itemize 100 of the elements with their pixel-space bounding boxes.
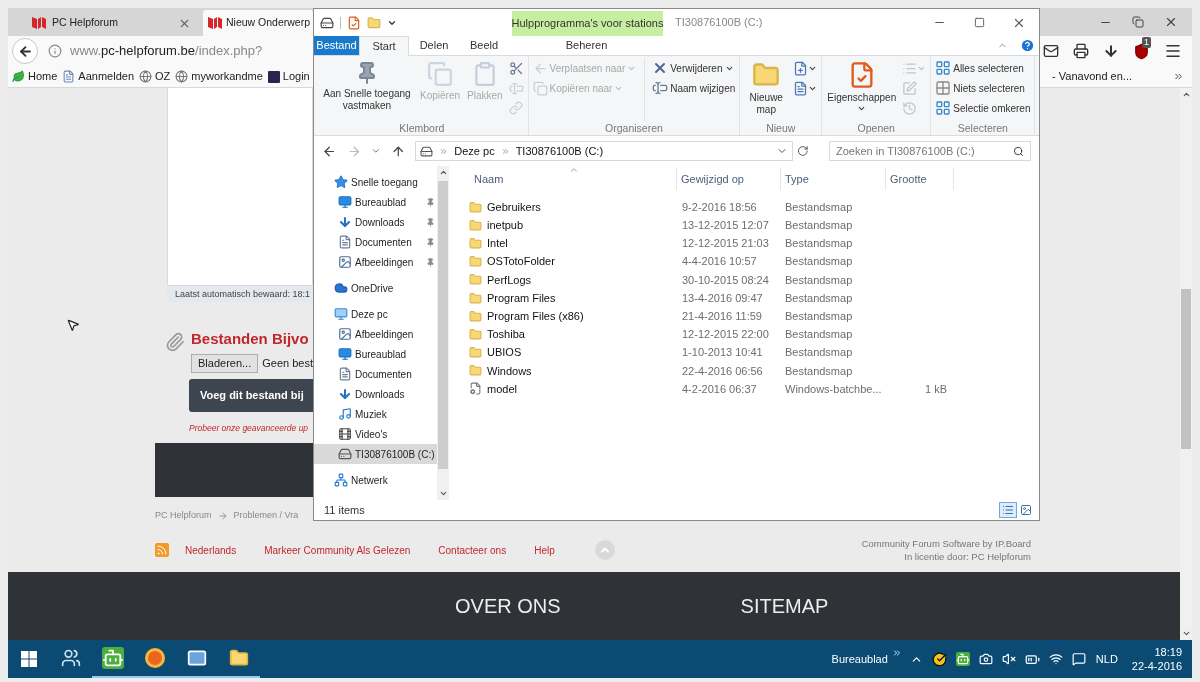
ribbon-group-label: Nieuw (766, 121, 796, 135)
footer-link[interactable]: Nederlands (185, 542, 237, 558)
footer-heading[interactable]: SITEMAP (740, 591, 829, 621)
nav-item[interactable]: Bureaublad (314, 344, 437, 364)
nav-item[interactable]: Snelle toegang (314, 172, 437, 192)
menu-icon[interactable] (1164, 42, 1182, 60)
scroll-down-icon[interactable] (1181, 629, 1191, 638)
scroll-down-icon[interactable] (438, 489, 448, 498)
footer-heading[interactable]: OVER ONS (455, 591, 561, 621)
checked-document-icon[interactable] (347, 15, 361, 30)
column-header[interactable]: Grootte (886, 168, 954, 190)
nav-item[interactable]: Muziek (314, 404, 437, 424)
drive-icon[interactable] (320, 15, 334, 30)
ribbon-button[interactable]: Aan Snelle toegang vastmaken (319, 58, 415, 112)
bookmark-link[interactable]: OZ (155, 68, 171, 85)
ribbon-button[interactable]: Selectie omkeren (934, 98, 1032, 118)
file-row[interactable]: Program Files 13-4-2016 09:47 Bestandsmap (461, 288, 1039, 308)
muted-speaker-icon[interactable] (1001, 652, 1016, 666)
footer-link[interactable]: Markeer Community Als Gelezen (264, 542, 411, 558)
bookmark-link[interactable]: myworkandme (191, 68, 263, 85)
ribbon-tab[interactable]: Bestand (314, 36, 359, 55)
file-row[interactable]: Intel 12-12-2015 21:03 Bestandsmap (461, 234, 1039, 253)
scroll-up-icon[interactable] (438, 168, 448, 177)
folder-icon (469, 273, 482, 287)
scrollbar[interactable] (437, 166, 449, 500)
restore-icon[interactable] (1132, 16, 1144, 28)
close-icon[interactable] (1164, 15, 1178, 29)
address-field[interactable]: Deze pc TI30876100B (C:) (415, 141, 794, 161)
nav-item[interactable]: Afbeeldingen (314, 252, 437, 272)
path-segment[interactable]: TI30876100B (C:) (515, 142, 604, 160)
path-segment[interactable]: Deze pc (454, 142, 495, 160)
grid-icon (935, 60, 952, 76)
browser-tab[interactable]: Nieuw Onderwerp (203, 10, 313, 36)
browse-button[interactable]: Bladeren... (191, 353, 259, 373)
column-header[interactable]: Naam (461, 168, 677, 190)
bookmark-link[interactable]: Home (28, 68, 58, 85)
nav-item[interactable]: TI30876100B (C:) (314, 444, 437, 464)
ribbon-tab[interactable]: Beeld (459, 36, 509, 55)
robot-icon[interactable] (955, 652, 970, 666)
info-icon[interactable] (48, 44, 62, 58)
ribbon-button[interactable]: Eigenschappen (825, 58, 899, 113)
download-icon[interactable] (1103, 43, 1119, 59)
nav-item[interactable]: Documenten (314, 232, 437, 252)
camera-icon[interactable] (978, 652, 993, 666)
clock[interactable]: 18:19 22-4-2016 (1131, 645, 1182, 673)
ribbon-button[interactable]: Verwijderen (651, 58, 737, 78)
file-row[interactable]: inetpub 13-12-2015 12:07 Bestandsmap (461, 216, 1039, 235)
help-icon[interactable] (1020, 38, 1035, 53)
wifi-icon[interactable] (1048, 652, 1063, 666)
toolbar-label[interactable]: Bureaublad (831, 650, 888, 668)
bookmark-link[interactable]: - Vanavond en... (1052, 68, 1132, 85)
search-field[interactable]: Zoeken in TI30876100B (C:) (829, 141, 1031, 161)
nav-item[interactable]: Bureaublad (314, 192, 437, 212)
nav-item[interactable]: Documenten (314, 364, 437, 384)
bookmark-link[interactable]: Aanmelden (78, 68, 134, 85)
nav-item[interactable]: Afbeeldingen (314, 324, 437, 344)
browser-tab[interactable]: PC Helpforum (20, 10, 201, 36)
ribbon-button[interactable]: Alles selecteren (934, 58, 1032, 78)
notification-icon[interactable] (1071, 652, 1086, 666)
scrollbar[interactable] (1180, 88, 1192, 640)
ribbon-tab[interactable]: Delen (409, 36, 459, 55)
ribbon-button[interactable]: Niets selecteren (934, 78, 1032, 98)
file-row[interactable]: Program Files (x86) 21-4-2016 11:59 Bestandsmap (461, 307, 1039, 326)
language-indicator[interactable]: NLD (1095, 650, 1118, 668)
ribbon-tab[interactable]: Start (359, 36, 409, 56)
scrollbar-thumb[interactable] (1181, 289, 1191, 449)
attach-button[interactable]: Voeg dit bestand bij (189, 378, 313, 412)
ribbon-button[interactable]: Nieuwe map (743, 58, 790, 116)
scrollbar-thumb[interactable] (438, 181, 448, 469)
start-icon[interactable] (21, 651, 37, 667)
nav-item[interactable]: Downloads (314, 384, 437, 404)
nav-item[interactable]: OneDrive (314, 278, 437, 298)
refresh-icon[interactable] (797, 145, 809, 157)
file-row[interactable]: Gebruikers 9-2-2016 18:56 Bestandsmap (461, 198, 1039, 217)
folder-icon (469, 327, 482, 341)
nav-item[interactable]: Video's (314, 424, 437, 444)
nav-item[interactable]: Deze pc (314, 304, 437, 324)
column-header[interactable]: Type (781, 168, 886, 190)
printer-icon[interactable] (1073, 43, 1089, 59)
file-row[interactable]: OSTotoFolder 4-4-2016 10:57 Bestandsmap (461, 252, 1039, 271)
file-row[interactable]: PerfLogs 30-10-2015 08:24 Bestandsmap (461, 270, 1039, 289)
ribbon-button[interactable]: Naam wijzigen (651, 78, 737, 98)
file-row[interactable]: model 4-2-2016 06:37 Windows-batchbe... 1 kB (461, 379, 1039, 399)
scroll-up-icon[interactable] (1181, 90, 1191, 99)
footer-link[interactable]: Contacteer ons (438, 542, 507, 558)
column-header[interactable]: Gewijzigd op (677, 168, 781, 190)
nav-item[interactable]: Netwerk (314, 470, 437, 490)
file-row[interactable]: Toshiba 12-12-2015 22:00 Bestandsmap (461, 325, 1039, 344)
url-field[interactable]: www.pc-helpforum.be/index.php? (70, 41, 263, 61)
file-row[interactable]: Windows 22-4-2016 06:56 Bestandsmap (461, 361, 1039, 380)
file-row[interactable]: UBIOS 1-10-2013 10:41 Bestandsmap (461, 343, 1039, 362)
back-button[interactable] (12, 38, 38, 64)
nav-item[interactable]: Downloads (314, 212, 437, 232)
bookmark-link[interactable]: Login (282, 68, 310, 85)
more-icon[interactable] (891, 648, 902, 658)
logo-icon (208, 17, 222, 29)
footer-link[interactable]: Help (534, 542, 555, 558)
more-icon[interactable] (1173, 71, 1184, 82)
section-heading: Bestanden Bijvo (191, 329, 310, 349)
details-view-button[interactable] (999, 502, 1017, 518)
